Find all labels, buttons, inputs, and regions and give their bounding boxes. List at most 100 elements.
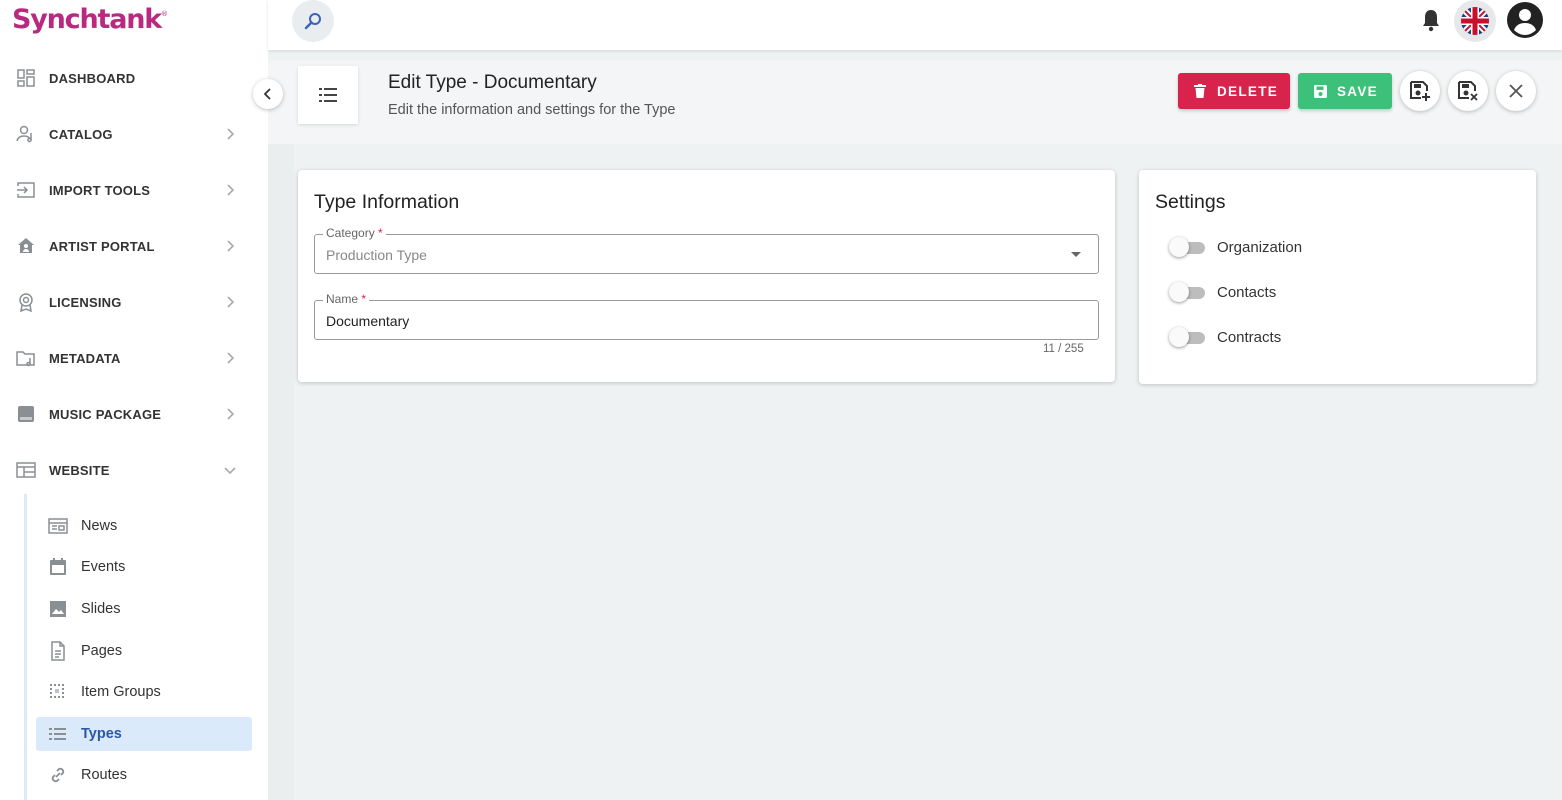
sidebar-item-dashboard[interactable]: DASHBOARD [0,58,268,98]
collapse-sidebar-button[interactable] [253,79,283,109]
sidebar-subitem-label: Slides [81,601,121,617]
toggle-knob [1169,282,1189,302]
settings-card: Settings Organization Contacts Contracts [1139,170,1536,384]
floppy-disk-icon [1314,84,1327,98]
music-package-icon [16,404,36,424]
licensing-icon [16,292,36,312]
account-button[interactable] [1506,1,1544,39]
chevron-right-icon [227,408,235,420]
sidebar-item-label: WEBSITE [49,462,110,478]
dashboard-icon [16,68,36,88]
sidebar-item-licensing[interactable]: LICENSING [0,282,268,322]
sidebar-subitem-label: Pages [81,643,123,659]
artist-portal-icon [16,236,36,256]
page-icon [48,641,68,661]
sidebar-item-label: MUSIC PACKAGE [49,406,162,422]
card-title: Settings [1155,191,1226,213]
toggle-contracts[interactable]: Contracts [1169,325,1509,349]
chevron-right-icon [227,240,235,252]
sidebar-item-label: LICENSING [49,294,122,310]
sidebar-subitem-label: Routes [81,767,127,783]
sidebar-subitem-types[interactable]: Types [36,717,252,751]
page-title: Edit Type - Documentary [388,72,597,93]
uk-flag-icon [1461,7,1489,35]
sidebar-subitem-events[interactable]: Events [36,550,252,584]
category-value: Production Type [326,247,427,263]
close-button[interactable] [1496,71,1536,111]
chevron-right-icon [227,296,235,308]
sidebar-subitem-label: Events [81,559,126,575]
toggle-contacts[interactable]: Contacts [1169,280,1509,304]
sidebar-item-artist-portal[interactable]: ARTIST PORTAL [0,226,268,266]
sidebar-subitem-news[interactable]: News [36,509,252,543]
name-field[interactable]: Name * Documentary [314,292,1099,340]
save-and-close-button[interactable] [1448,71,1488,111]
sidebar-subitem-item-groups[interactable]: Item Groups [36,675,252,709]
category-label: Category * [323,226,386,240]
sidebar-subitem-label: News [81,518,118,534]
sidebar-item-label: IMPORT TOOLS [49,182,151,198]
sidebar-item-website[interactable]: WEBSITE [0,450,268,490]
grid-icon [48,682,68,702]
sidebar-item-label: ARTIST PORTAL [49,238,155,254]
page-type-icon-box [298,66,358,124]
list-icon [48,724,68,744]
sidebar: Synchtank® DASHBOARD CATALOG IMPORT TOOL… [0,0,268,800]
chevron-right-icon [227,352,235,364]
sidebar-subitem-pages[interactable]: Pages [36,634,252,668]
sidebar-subitem-label: Types [81,726,122,742]
chevron-right-icon [227,128,235,140]
submenu-indicator-line [24,494,27,800]
character-counter: 11 / 255 [1043,343,1084,355]
delete-button-label: DELETE [1217,83,1279,99]
type-information-card: Type Information Category * Production T… [298,170,1115,382]
search-button[interactable] [292,0,334,42]
calendar-icon [48,557,68,577]
top-bar [268,0,1562,50]
toggle-label: Contracts [1217,329,1282,346]
synchtank-logo[interactable]: Synchtank® [12,4,168,35]
image-icon [48,599,68,619]
notifications-button[interactable] [1419,7,1443,33]
trash-icon [1194,84,1206,98]
dropdown-arrow-icon [1071,252,1081,257]
save-add-icon [1410,81,1430,101]
sidebar-item-import-tools[interactable]: IMPORT TOOLS [0,170,268,210]
name-label: Name * [323,292,370,306]
save-close-icon [1458,81,1478,101]
bell-icon [1423,10,1439,32]
sidebar-item-catalog[interactable]: CATALOG [0,114,268,154]
metadata-icon [16,348,36,368]
catalog-icon [16,124,36,144]
close-icon [1509,84,1523,98]
toggle-organization[interactable]: Organization [1169,235,1509,259]
category-select[interactable]: Category * Production Type [314,226,1099,274]
sidebar-subitem-slides[interactable]: Slides [36,592,252,626]
sidebar-subitem-routes[interactable]: Routes [36,758,252,792]
sidebar-subitem-label: Item Groups [81,684,161,700]
toggle-knob [1169,237,1189,257]
sidebar-item-label: DASHBOARD [49,70,136,86]
link-icon [48,765,68,785]
save-and-new-button[interactable] [1400,71,1440,111]
sidebar-item-label: CATALOG [49,126,113,142]
save-button[interactable]: SAVE [1298,73,1392,109]
import-icon [16,180,36,200]
website-icon [16,460,36,480]
card-title: Type Information [314,191,460,213]
toggle-label: Contacts [1217,284,1277,301]
list-icon [319,88,337,102]
name-value[interactable]: Documentary [326,313,409,329]
search-icon [304,13,321,30]
delete-button[interactable]: DELETE [1178,73,1290,109]
chevron-down-icon [224,467,236,475]
news-icon [48,516,68,536]
language-button[interactable] [1454,0,1496,42]
sidebar-item-metadata[interactable]: METADATA [0,338,268,378]
chevron-right-icon [227,184,235,196]
chevron-left-icon [263,88,271,100]
save-button-label[interactable]: SAVE [1337,84,1378,99]
content-left-strip [268,144,294,800]
sidebar-item-label: METADATA [49,350,121,366]
sidebar-item-music-package[interactable]: MUSIC PACKAGE [0,394,268,434]
